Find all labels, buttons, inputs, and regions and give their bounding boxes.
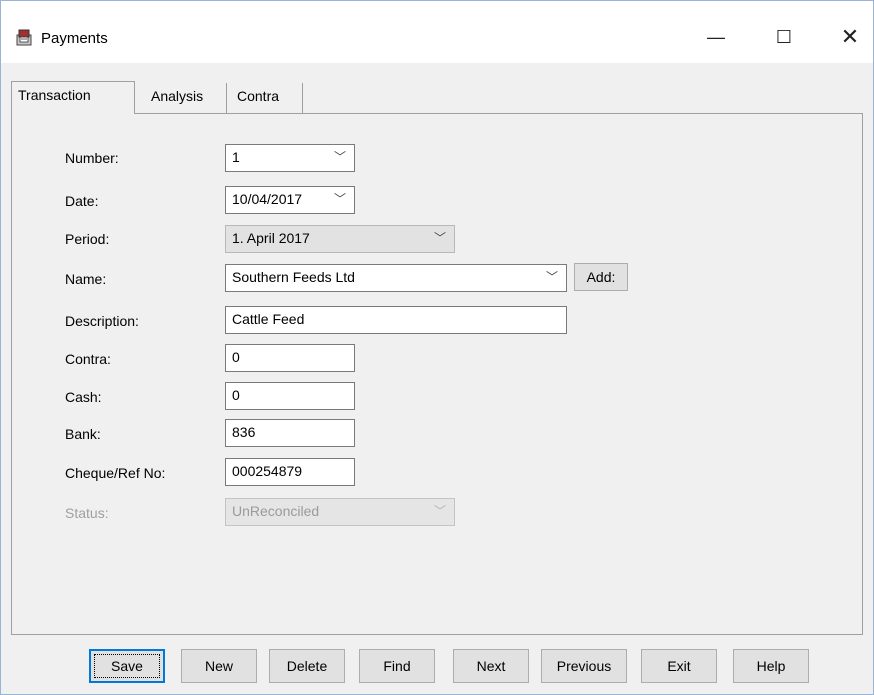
cheque-label: Cheque/Ref No: (65, 465, 166, 481)
tab-transaction-label: Transaction (18, 87, 91, 103)
date-label: Date: (65, 193, 99, 209)
name-combo[interactable]: Southern Feeds Ltd ﹀ (225, 264, 567, 292)
find-button[interactable]: Find (359, 649, 435, 683)
next-button[interactable]: Next (453, 649, 529, 683)
exit-button-label: Exit (667, 658, 691, 674)
cash-value: 0 (232, 387, 240, 403)
bank-field[interactable]: 836 (225, 419, 355, 447)
period-value: 1. April 2017 (232, 230, 310, 246)
period-label: Period: (65, 231, 110, 247)
window-title: Payments (41, 30, 108, 47)
tab-transaction[interactable]: Transaction (11, 81, 135, 114)
contra-field[interactable]: 0 (225, 344, 355, 372)
name-value: Southern Feeds Ltd (232, 269, 355, 285)
save-button[interactable]: Save (89, 649, 165, 683)
status-select: UnReconciled ﹀ (225, 498, 455, 526)
status-value: UnReconciled (232, 503, 320, 519)
transaction-panel (11, 113, 863, 635)
delete-button-label: Delete (286, 658, 328, 674)
number-value: 1 (232, 149, 240, 165)
chevron-down-icon: ﹀ (433, 504, 446, 518)
number-label: Number: (65, 150, 119, 166)
contra-value: 0 (232, 349, 240, 365)
name-label: Name: (65, 271, 107, 287)
tab-analysis-label: Analysis (151, 88, 204, 104)
payments-app-icon (16, 29, 32, 46)
exit-button[interactable]: Exit (641, 649, 717, 683)
help-button-label: Help (756, 658, 786, 674)
tab-analysis[interactable]: Analysis (145, 83, 227, 113)
payments-window: Payments — ☐ ✕ Transaction Analysis Cont… (0, 0, 874, 695)
previous-button[interactable]: Previous (541, 649, 627, 683)
new-button[interactable]: New (181, 649, 257, 683)
bank-label: Bank: (65, 426, 101, 442)
help-button[interactable]: Help (733, 649, 809, 683)
description-value: Cattle Feed (232, 311, 305, 327)
description-field[interactable]: Cattle Feed (225, 306, 567, 334)
status-label: Status: (65, 505, 109, 521)
minimize-button[interactable]: — (693, 21, 739, 53)
contra-label: Contra: (65, 351, 111, 367)
chevron-down-icon[interactable]: ﹀ (334, 148, 346, 165)
number-combo[interactable]: 1 ﹀ (225, 144, 355, 172)
find-button-label: Find (383, 658, 411, 674)
cheque-value: 000254879 (232, 463, 303, 479)
chevron-down-icon[interactable]: ﹀ (434, 229, 446, 246)
date-value: 10/04/2017 (232, 191, 303, 207)
previous-button-label: Previous (556, 658, 612, 674)
close-button[interactable]: ✕ (827, 21, 873, 53)
new-button-label: New (204, 658, 233, 674)
maximize-button[interactable]: ☐ (761, 21, 807, 53)
delete-button[interactable]: Delete (269, 649, 345, 683)
period-select[interactable]: 1. April 2017 ﹀ (225, 225, 455, 253)
button-bar: Save New Delete Find Next Previous Exit … (1, 649, 873, 689)
description-label: Description: (65, 313, 139, 329)
save-button-label: Save (111, 658, 143, 674)
date-picker[interactable]: 10/04/2017 ﹀ (225, 186, 355, 214)
cash-label: Cash: (65, 389, 102, 405)
chevron-down-icon[interactable]: ﹀ (546, 268, 558, 285)
tab-contra-label: Contra (237, 88, 280, 104)
add-name-button[interactable]: Add: (574, 263, 628, 291)
title-bar: Payments — ☐ ✕ (1, 1, 873, 63)
chevron-down-icon[interactable]: ﹀ (334, 190, 346, 207)
cheque-field[interactable]: 000254879 (225, 458, 355, 486)
bank-value: 836 (232, 424, 256, 440)
next-button-label: Next (476, 658, 506, 674)
cash-field[interactable]: 0 (225, 382, 355, 410)
tab-contra[interactable]: Contra (231, 83, 303, 113)
